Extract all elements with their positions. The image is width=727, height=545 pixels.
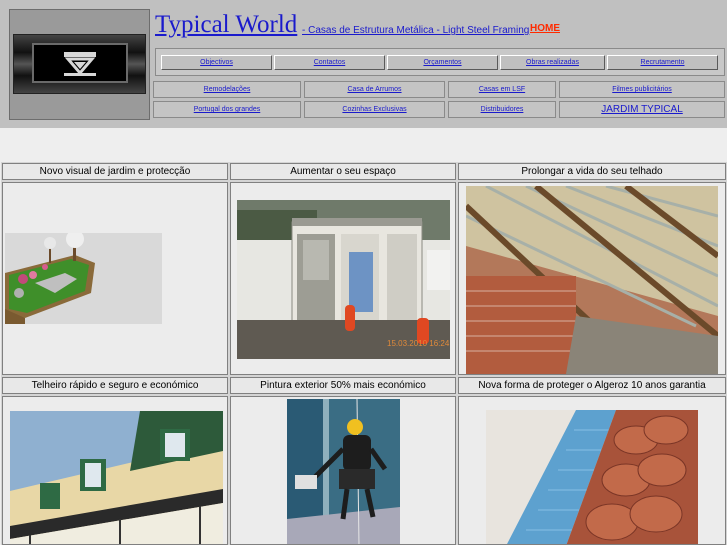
- image-cell-canopy: [2, 396, 228, 545]
- typical-logo-icon: [64, 52, 96, 76]
- logo-box[interactable]: [32, 43, 128, 83]
- nav-objectivos[interactable]: Objectivos: [161, 55, 272, 70]
- gutter-protection-image[interactable]: [486, 410, 698, 545]
- header-band: Typical World - Casas de Estrutura Metál…: [0, 0, 727, 128]
- image-cell-painting: [230, 396, 456, 545]
- rope-access-painter-image[interactable]: [287, 399, 400, 545]
- title-cell: Typical World - Casas de Estrutura Metál…: [153, 9, 725, 45]
- image-cell-garden: [2, 182, 228, 375]
- logo-cell: [9, 9, 150, 120]
- image-cell-gutter: [458, 396, 726, 545]
- caption-garden: Novo visual de jardim e protecção: [2, 163, 228, 180]
- home-link[interactable]: HOME: [530, 23, 560, 34]
- house-canopy-image[interactable]: [10, 411, 223, 545]
- caption-painting: Pintura exterior 50% mais económico: [230, 377, 456, 394]
- nav-obras-realizadas[interactable]: Obras realizadas: [500, 55, 605, 70]
- nav-contactos[interactable]: Contactos: [274, 55, 385, 70]
- caption-canopy: Telheiro rápido e seguro e económico: [2, 377, 228, 394]
- logo-frame: [13, 34, 146, 94]
- primary-nav: Objectivos Contactos Orçamentos Obras re…: [155, 48, 725, 76]
- gallery-table: Novo visual de jardim e protecção Aument…: [1, 162, 727, 545]
- caption-storage: Aumentar o seu espaço: [230, 163, 456, 180]
- nav-remodelacoes[interactable]: Remodelações: [153, 81, 301, 98]
- caption-roof: Prolongar a vida do seu telhado: [458, 163, 726, 180]
- garden-render-image[interactable]: [5, 233, 162, 324]
- image-cell-storage: 15.03.2010 16:24: [230, 182, 456, 375]
- site-subtitle[interactable]: - Casas de Estrutura Metálica - Light St…: [302, 25, 529, 36]
- image-cell-roof: [458, 182, 726, 375]
- nav-filmes-publicitarios[interactable]: Filmes publicitários: [559, 81, 725, 98]
- nav-distribuidores[interactable]: Distribuidores: [448, 101, 556, 118]
- nav-recrutamento[interactable]: Recrutamento: [607, 55, 718, 70]
- storage-cabin-image[interactable]: 15.03.2010 16:24: [237, 200, 450, 359]
- photo-date-stamp: 15.03.2010 16:24: [387, 339, 450, 348]
- roof-interior-image[interactable]: [466, 186, 718, 374]
- nav-casa-de-arrumos[interactable]: Casa de Arrumos: [304, 81, 445, 98]
- nav-jardim-typical[interactable]: JARDIM TYPICAL: [559, 101, 725, 118]
- nav-portugal-dos-grandes[interactable]: Portugal dos grandes: [153, 101, 301, 118]
- caption-gutter: Nova forma de proteger o Algeroz 10 anos…: [458, 377, 726, 394]
- nav-orcamentos[interactable]: Orçamentos: [387, 55, 498, 70]
- site-title[interactable]: Typical World: [155, 11, 297, 39]
- nav-cozinhas-exclusivas[interactable]: Cozinhas Exclusivas: [304, 101, 445, 118]
- nav-casas-em-lsf[interactable]: Casas em LSF: [448, 81, 556, 98]
